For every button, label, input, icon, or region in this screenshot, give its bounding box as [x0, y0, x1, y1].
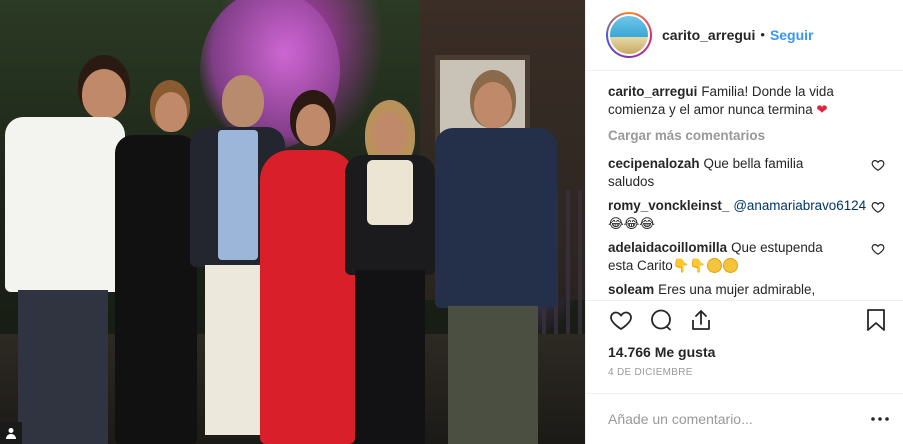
- comment-username[interactable]: cecipenalozah: [608, 156, 700, 171]
- instagram-post: carito_arregui • Seguir carito_arregui Fa…: [0, 0, 903, 444]
- more-options-icon[interactable]: [869, 408, 891, 430]
- heart-emoji: ❤: [816, 101, 828, 117]
- person-6: [430, 70, 560, 444]
- action-bar: [586, 300, 903, 339]
- comment-username[interactable]: romy_vonckleinst_: [608, 198, 729, 213]
- comment-input[interactable]: [608, 410, 869, 427]
- comment-like-heart-icon[interactable]: [871, 200, 885, 214]
- follow-button[interactable]: Seguir: [770, 27, 814, 43]
- header-dot: •: [760, 27, 765, 43]
- person-2: [110, 80, 200, 444]
- comment-item: romy_vonckleinst_ @anamariabravo6124 😂😂😂: [608, 197, 887, 233]
- avatar[interactable]: [606, 11, 652, 58]
- share-icon[interactable]: [688, 307, 714, 333]
- comment-text: Eres una mujer admirable,: [658, 281, 816, 297]
- comments-list: carito_arregui Familia! Donde la vida com…: [586, 71, 903, 300]
- heart-icon[interactable]: [608, 307, 634, 333]
- bookmark-icon[interactable]: [863, 307, 889, 333]
- comment-username[interactable]: soleam: [608, 282, 654, 297]
- caption-username[interactable]: carito_arregui: [608, 84, 697, 99]
- person-5: [345, 100, 435, 444]
- post-date[interactable]: 4 DE DICIEMBRE: [586, 363, 903, 393]
- comment-mention[interactable]: @anamariabravo6124: [733, 198, 866, 213]
- smiley-emoji: [707, 257, 723, 273]
- comment-item: soleam Eres una mujer admirable,: [608, 281, 887, 299]
- comment-item: cecipenalozah Que bella familia saludos: [608, 155, 887, 191]
- comment-like-heart-icon[interactable]: [871, 158, 885, 172]
- user-tag-icon[interactable]: [0, 422, 22, 444]
- post-photo[interactable]: [0, 0, 585, 444]
- comment-username[interactable]: adelaidacoillomilla: [608, 240, 727, 255]
- post-side-panel: carito_arregui • Seguir carito_arregui Fa…: [585, 0, 903, 444]
- header-username[interactable]: carito_arregui: [662, 27, 755, 43]
- comment-emoji: 😂😂😂: [608, 215, 655, 231]
- person-4: [255, 90, 355, 444]
- smiley-emoji: [723, 257, 739, 273]
- comment-item: adelaidacoillomilla Que estupenda esta Ca…: [608, 239, 887, 275]
- comment-icon[interactable]: [648, 307, 674, 333]
- add-comment-bar: [586, 392, 903, 444]
- post-header: carito_arregui • Seguir: [586, 0, 903, 71]
- like-count[interactable]: 14.766 Me gusta: [586, 340, 903, 364]
- caption: carito_arregui Familia! Donde la vida com…: [608, 83, 887, 119]
- load-more-comments-button[interactable]: Cargar más comentarios: [608, 127, 887, 145]
- comment-like-heart-icon[interactable]: [871, 242, 885, 256]
